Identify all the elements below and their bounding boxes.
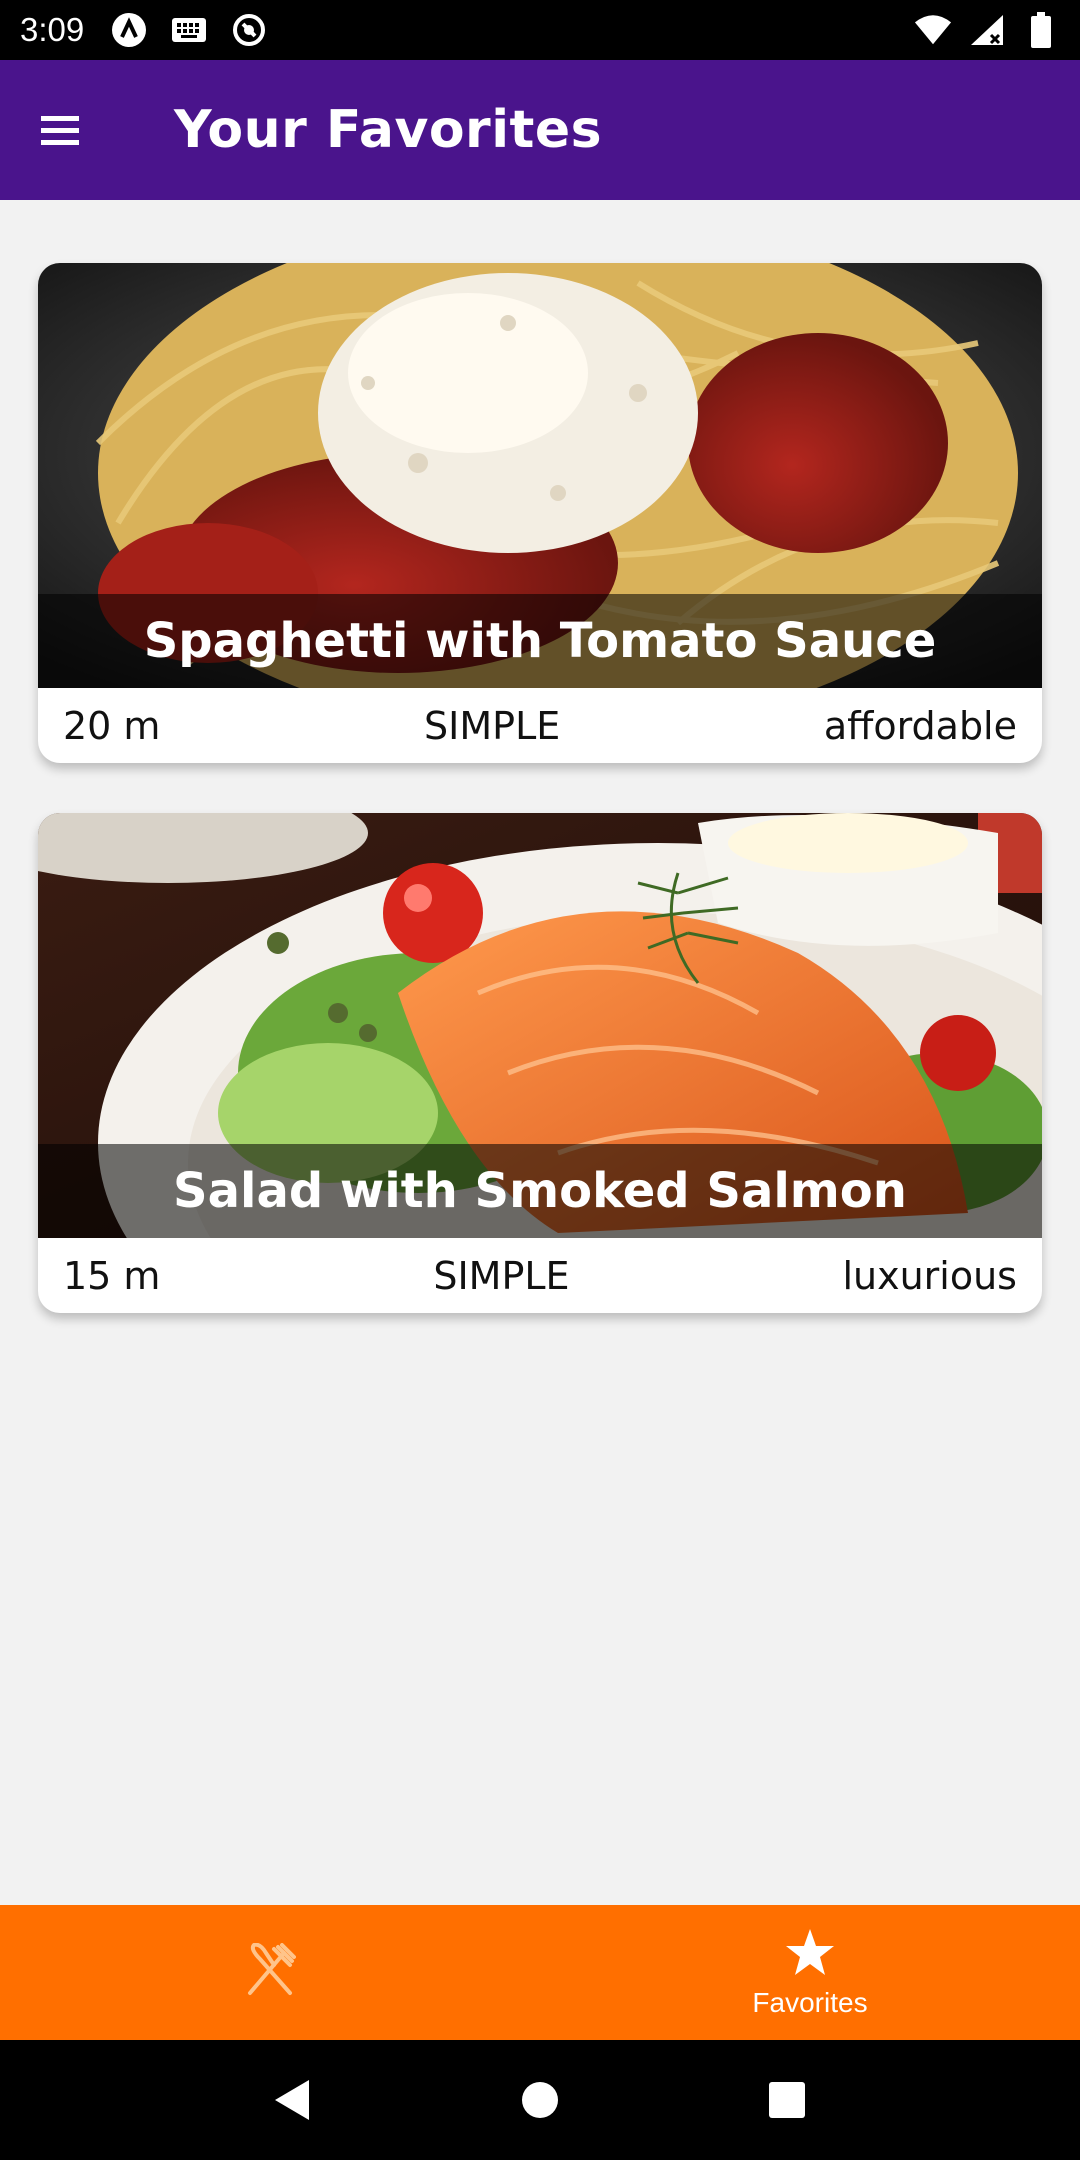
- status-time: 3:09: [20, 11, 85, 48]
- keyboard-icon: [170, 11, 208, 49]
- notification-icons: [110, 11, 268, 49]
- meal-title: Spaghetti with Tomato Sauce: [143, 613, 937, 669]
- meal-card[interactable]: Spaghetti with Tomato Sauce 20 m SIMPLE …: [38, 263, 1042, 763]
- system-icons: [914, 11, 1060, 49]
- restaurant-icon: [244, 1942, 296, 2003]
- system-nav-bar: [0, 2040, 1080, 2160]
- meal-title: Salad with Smoked Salmon: [173, 1163, 907, 1219]
- app-a-icon: [110, 11, 148, 49]
- meal-duration: 15 m: [63, 1253, 161, 1298]
- app-bar: Your Favorites: [0, 60, 1080, 200]
- meal-details: 15 m SIMPLE luxurious: [38, 1238, 1042, 1313]
- bottom-tab-bar: Favorites: [0, 1905, 1080, 2040]
- tab-favorites[interactable]: Favorites: [540, 1905, 1080, 2040]
- battery-icon: [1022, 11, 1060, 49]
- meal-complexity: SIMPLE: [433, 1253, 570, 1298]
- meal-complexity: SIMPLE: [424, 703, 561, 748]
- meal-image: Salad with Smoked Salmon: [38, 813, 1042, 1238]
- recents-icon[interactable]: [757, 2070, 817, 2130]
- tab-label: Favorites: [752, 1986, 868, 2018]
- meal-card[interactable]: Salad with Smoked Salmon 15 m SIMPLE lux…: [38, 813, 1042, 1313]
- sync-icon: [230, 11, 268, 49]
- back-icon[interactable]: [263, 2070, 323, 2130]
- wifi-icon: [914, 11, 952, 49]
- page-title: Your Favorites: [174, 100, 603, 160]
- favorites-list: Spaghetti with Tomato Sauce 20 m SIMPLE …: [0, 200, 1080, 1905]
- meal-affordability: luxurious: [842, 1253, 1017, 1298]
- star-icon: [784, 1927, 836, 1981]
- hamburger-menu-icon[interactable]: [32, 102, 88, 158]
- meal-title-band: Spaghetti with Tomato Sauce: [38, 594, 1042, 688]
- tab-meals[interactable]: [0, 1905, 540, 2040]
- signal-icon: [968, 11, 1006, 49]
- status-bar: 3:09: [0, 0, 1080, 60]
- meal-title-band: Salad with Smoked Salmon: [38, 1144, 1042, 1238]
- home-icon[interactable]: [510, 2070, 570, 2130]
- meal-affordability: affordable: [823, 703, 1017, 748]
- meal-duration: 20 m: [63, 703, 161, 748]
- meal-image: Spaghetti with Tomato Sauce: [38, 263, 1042, 688]
- meal-details: 20 m SIMPLE affordable: [38, 688, 1042, 763]
